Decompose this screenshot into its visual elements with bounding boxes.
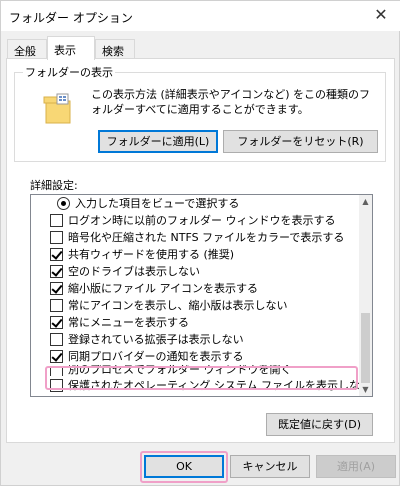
list-item[interactable]: 空のドライブは表示しない	[31, 263, 360, 280]
scroll-down-icon[interactable]: ▼	[359, 383, 372, 396]
window-title: フォルダー オプション	[9, 11, 133, 25]
advanced-settings-label: 詳細設定:	[30, 179, 78, 192]
tab-view[interactable]: 表示	[47, 36, 95, 60]
checkbox[interactable]	[50, 316, 63, 329]
checkbox[interactable]	[50, 379, 63, 392]
list-item[interactable]: 別のプロセスでフォルダー ウィンドウを開く	[31, 365, 360, 376]
checkbox[interactable]	[50, 231, 63, 244]
list-item[interactable]: 縮小版にファイル アイコンを表示する	[31, 280, 360, 297]
checkbox[interactable]	[50, 299, 63, 312]
checkbox[interactable]	[50, 333, 63, 346]
list-item[interactable]: 入力した項目をビューで選択する	[31, 195, 360, 212]
scroll-thumb[interactable]	[361, 313, 370, 383]
checkbox[interactable]	[50, 282, 63, 295]
close-icon[interactable]: ✕	[361, 1, 400, 31]
list-item[interactable]: 登録されている拡張子は表示しない	[31, 331, 360, 348]
checkbox[interactable]	[50, 248, 63, 261]
apply-button[interactable]: 適用(A)	[316, 455, 396, 478]
cancel-button[interactable]: キャンセル	[230, 455, 310, 478]
tab-general[interactable]: 全般	[7, 39, 47, 59]
folder-view-label: フォルダーの表示	[23, 64, 115, 80]
folder-view-icon	[42, 93, 72, 125]
ok-button[interactable]: OK	[144, 455, 224, 478]
reset-folders-button[interactable]: フォルダーをリセット(R)	[223, 130, 378, 153]
list-item[interactable]: 保護されたオペレーティング システム ファイルを表示しない (推奨)	[31, 376, 372, 394]
folder-options-dialog: フォルダー オプション ✕ 全般 表示 検索 フォルダーの表示 この表示方法 (…	[0, 0, 400, 486]
checkbox[interactable]	[50, 350, 63, 363]
apply-to-folders-button[interactable]: フォルダーに適用(L)	[98, 130, 218, 153]
folder-view-description: この表示方法 (詳細表示やアイコンなど) をこの種類のフォルダーすべてに適用する…	[91, 88, 371, 116]
advanced-settings-list[interactable]: 入力した項目をビューで選択する ログオン時に以前のフォルダー ウィンドウを表示す…	[30, 194, 373, 397]
restore-defaults-button[interactable]: 既定値に戻す(D)	[266, 413, 373, 436]
tab-search[interactable]: 検索	[95, 39, 135, 59]
tab-strip: 全般 表示 検索	[1, 31, 400, 60]
list-item[interactable]: 常にメニューを表示する	[31, 314, 360, 331]
list-item[interactable]: 暗号化や圧縮された NTFS ファイルをカラーで表示する	[31, 229, 360, 246]
list-item[interactable]: 共有ウィザードを使用する (推奨)	[31, 246, 360, 263]
list-item[interactable]: ログオン時に以前のフォルダー ウィンドウを表示する	[31, 212, 360, 229]
checkbox[interactable]	[50, 214, 63, 227]
checkbox[interactable]	[50, 265, 63, 278]
list-item[interactable]: 同期プロバイダーの通知を表示する	[31, 348, 360, 365]
checkbox[interactable]	[50, 367, 63, 376]
scroll-up-icon[interactable]: ▲	[359, 195, 372, 208]
radio-button[interactable]	[57, 197, 70, 210]
list-scrollbar[interactable]: ▲ ▼	[359, 195, 372, 396]
list-item[interactable]: 常にアイコンを表示し、縮小版は表示しない	[31, 297, 360, 314]
title-bar: フォルダー オプション ✕	[1, 1, 400, 31]
